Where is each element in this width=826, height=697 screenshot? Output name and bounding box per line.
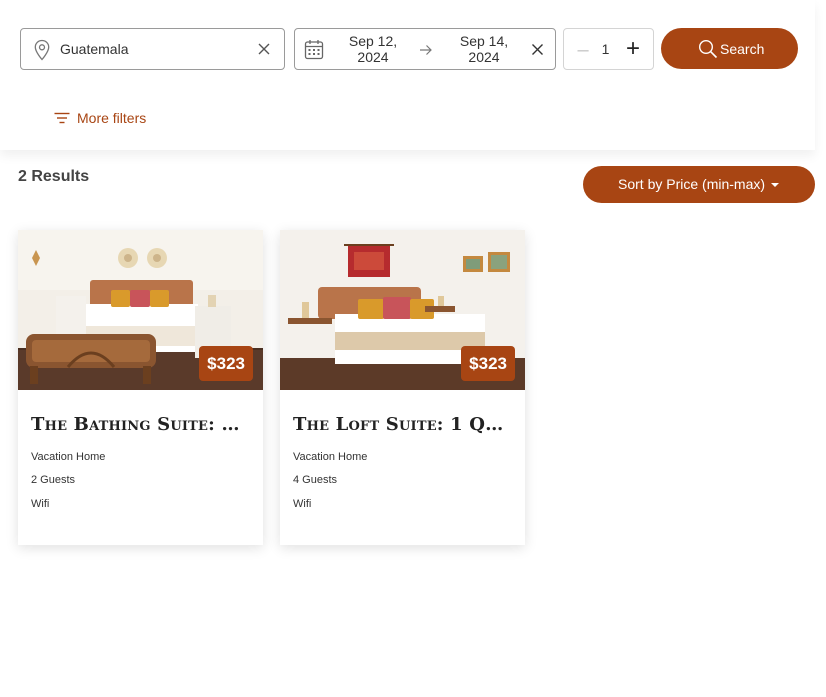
location-pin-icon bbox=[34, 39, 50, 61]
listing-amenity: Wifi bbox=[31, 498, 50, 510]
minus-icon[interactable]: – bbox=[574, 40, 592, 60]
checkout-date[interactable]: Sep 14, 2024 bbox=[452, 33, 516, 65]
more-filters-button[interactable]: More filters bbox=[54, 109, 146, 127]
listing-guests: 2 Guests bbox=[31, 474, 76, 486]
listing-title[interactable]: The Bathing Suite: King Bed bbox=[31, 414, 249, 435]
listing-card[interactable]: $323 The Loft Suite: 1 Queen Bed Vacatio… bbox=[280, 230, 525, 545]
calendar-icon bbox=[304, 40, 324, 60]
listing-type: Vacation Home bbox=[31, 451, 106, 463]
location-input[interactable]: Guatemala bbox=[20, 28, 285, 70]
filter-icon bbox=[54, 112, 70, 124]
clear-icon[interactable] bbox=[531, 43, 544, 56]
listing-photo[interactable]: $323 bbox=[280, 230, 525, 390]
listing-photo[interactable]: $323 bbox=[18, 230, 263, 390]
location-value[interactable]: Guatemala bbox=[60, 41, 128, 57]
guest-count: 1 bbox=[601, 41, 610, 57]
date-range-picker[interactable]: Sep 12, 2024 Sep 14, 2024 bbox=[294, 28, 556, 70]
arrow-right-icon bbox=[420, 45, 432, 55]
listing-guests: 4 Guests bbox=[293, 474, 338, 486]
clear-icon[interactable] bbox=[257, 42, 271, 56]
plus-icon[interactable]: + bbox=[622, 37, 644, 61]
caret-down-icon bbox=[771, 183, 779, 187]
more-filters-label: More filters bbox=[77, 110, 147, 126]
search-bar: Guatemala Sep 12, 2024 Sep 14, 2024 – 1 … bbox=[0, 0, 815, 150]
search-icon bbox=[698, 39, 718, 59]
listing-card[interactable]: $323 The Bathing Suite: King Bed Vacatio… bbox=[18, 230, 263, 545]
listing-title[interactable]: The Loft Suite: 1 Queen Bed bbox=[293, 414, 511, 435]
sort-label: Sort by Price (min-max) bbox=[618, 176, 766, 192]
guest-stepper: – 1 + bbox=[563, 28, 654, 70]
search-button[interactable]: Search bbox=[661, 28, 798, 69]
price-badge: $323 bbox=[461, 346, 515, 381]
price-badge: $323 bbox=[199, 346, 253, 381]
checkin-date[interactable]: Sep 12, 2024 bbox=[341, 33, 405, 65]
listing-type: Vacation Home bbox=[293, 451, 368, 463]
listing-amenity: Wifi bbox=[293, 498, 312, 510]
search-button-label: Search bbox=[720, 41, 765, 57]
sort-dropdown[interactable]: Sort by Price (min-max) bbox=[583, 166, 815, 203]
results-count: 2 Results bbox=[18, 168, 90, 185]
